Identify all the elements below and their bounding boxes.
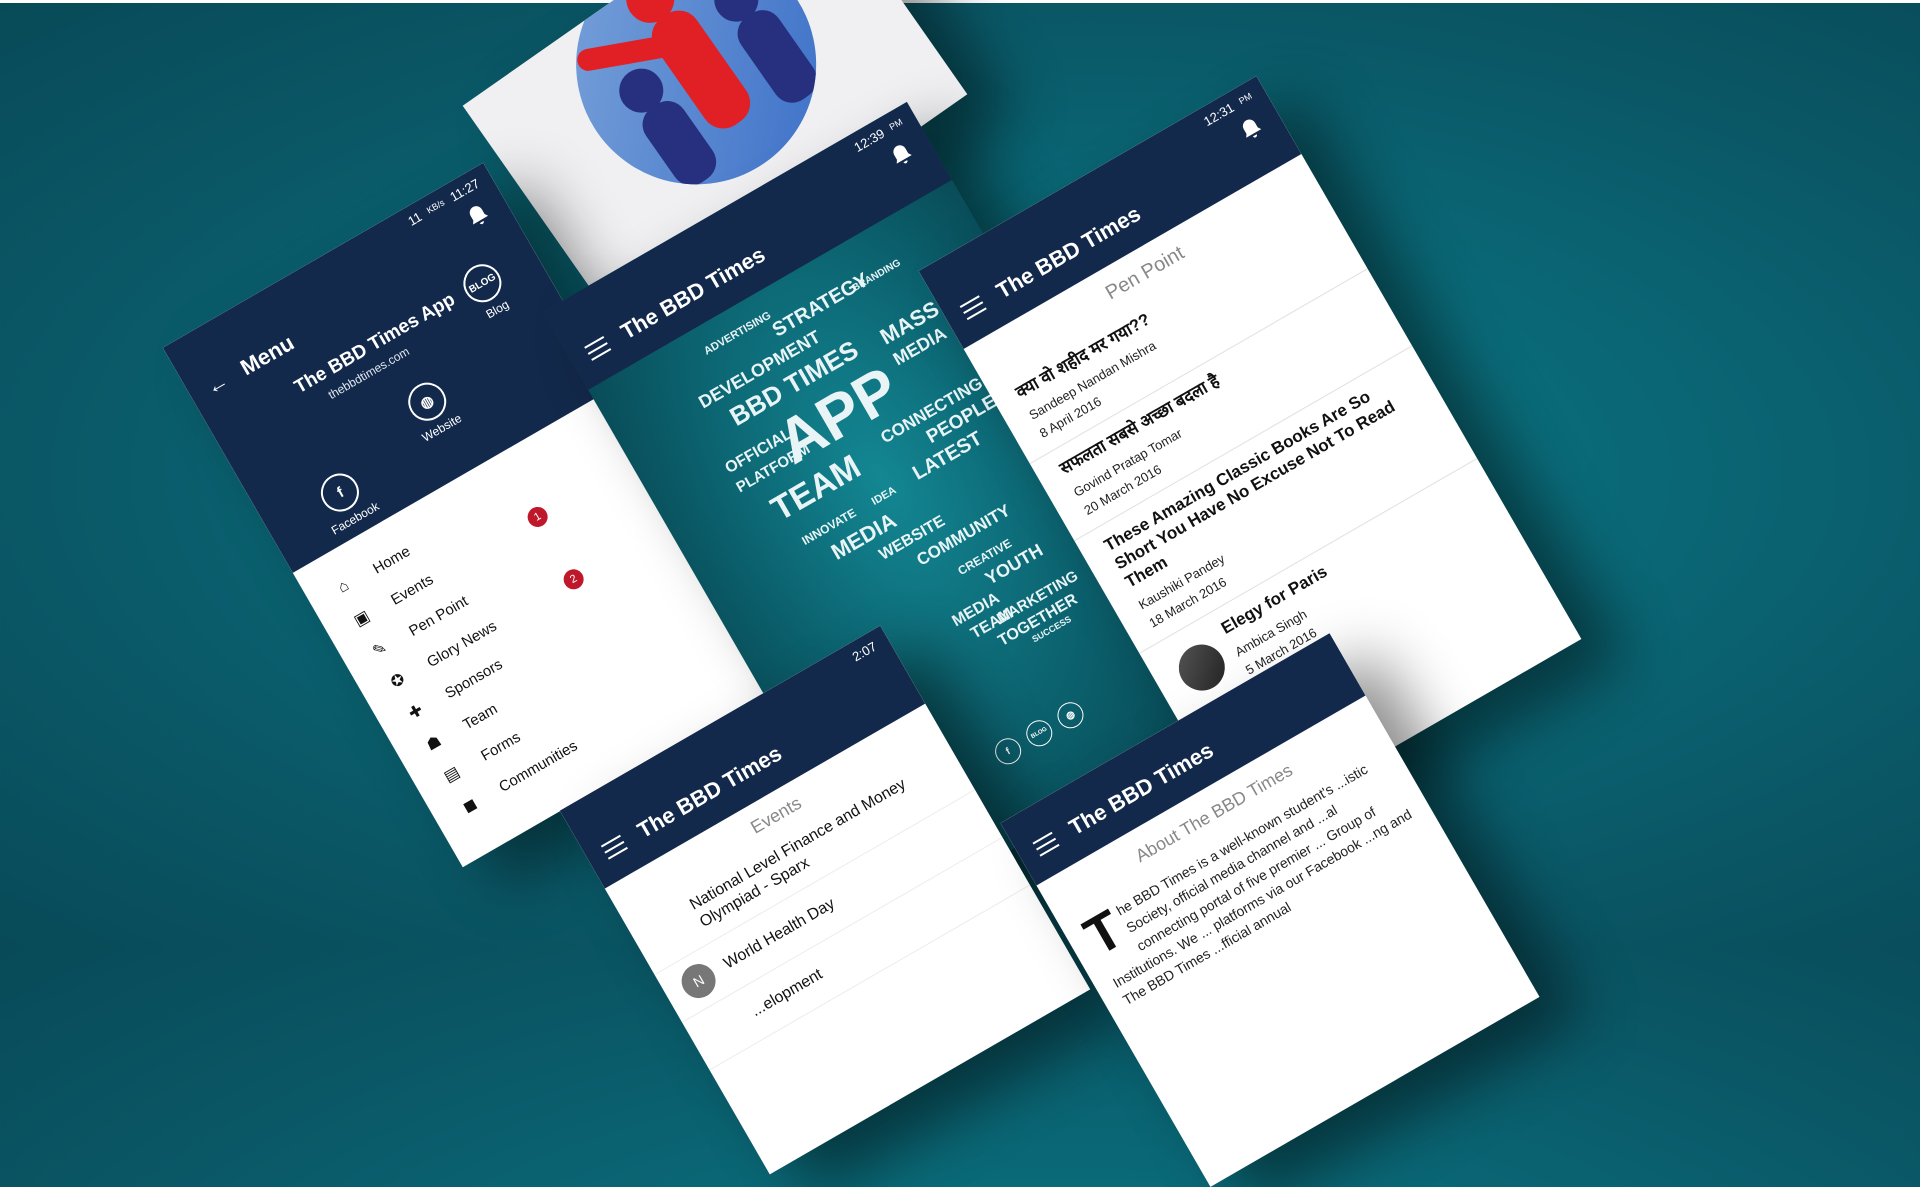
clipboard-icon: ▤ (441, 763, 463, 786)
hamburger-menu-icon[interactable] (1032, 831, 1060, 857)
event-avatar (646, 908, 692, 954)
gift-icon: ✚ (406, 701, 427, 724)
pen-icon: ✎ (370, 639, 391, 661)
home-icon: ⌂ (335, 577, 353, 597)
calendar-icon: ▣ (351, 607, 373, 631)
briefcase-icon: ◼ (460, 795, 481, 817)
hamburger-menu-icon[interactable] (584, 336, 612, 361)
facebook-icon[interactable]: f (990, 733, 1026, 770)
website-link[interactable]: ◍ Website (399, 375, 464, 445)
event-avatar (703, 1005, 749, 1051)
star-badge-icon: ✪ (388, 670, 409, 692)
people-icon: ☗ (423, 732, 445, 755)
facebook-link[interactable]: f Facebook (308, 463, 382, 538)
hamburger-menu-icon[interactable] (959, 295, 987, 321)
status-ampm: PM (887, 116, 905, 133)
network-speed: 11 (404, 208, 425, 229)
network-speed-unit: KB/s (424, 197, 447, 216)
status-ampm: PM (1237, 90, 1254, 107)
blog-icon[interactable]: BLOG (1021, 715, 1058, 752)
notification-badge: 2 (559, 565, 588, 593)
drawer-title: Menu (236, 329, 299, 381)
event-avatar: N (675, 957, 722, 1005)
globe-icon[interactable]: ◍ (1052, 697, 1089, 734)
hamburger-menu-icon[interactable] (600, 834, 628, 860)
top-edge (0, 0, 1920, 3)
back-arrow-icon[interactable]: ← (201, 368, 233, 402)
author-avatar (1170, 636, 1234, 699)
notification-badge: 1 (523, 503, 552, 531)
splash-social-icons: f BLOG ◍ (990, 697, 1089, 770)
cloud-word: IDEA (869, 484, 899, 508)
